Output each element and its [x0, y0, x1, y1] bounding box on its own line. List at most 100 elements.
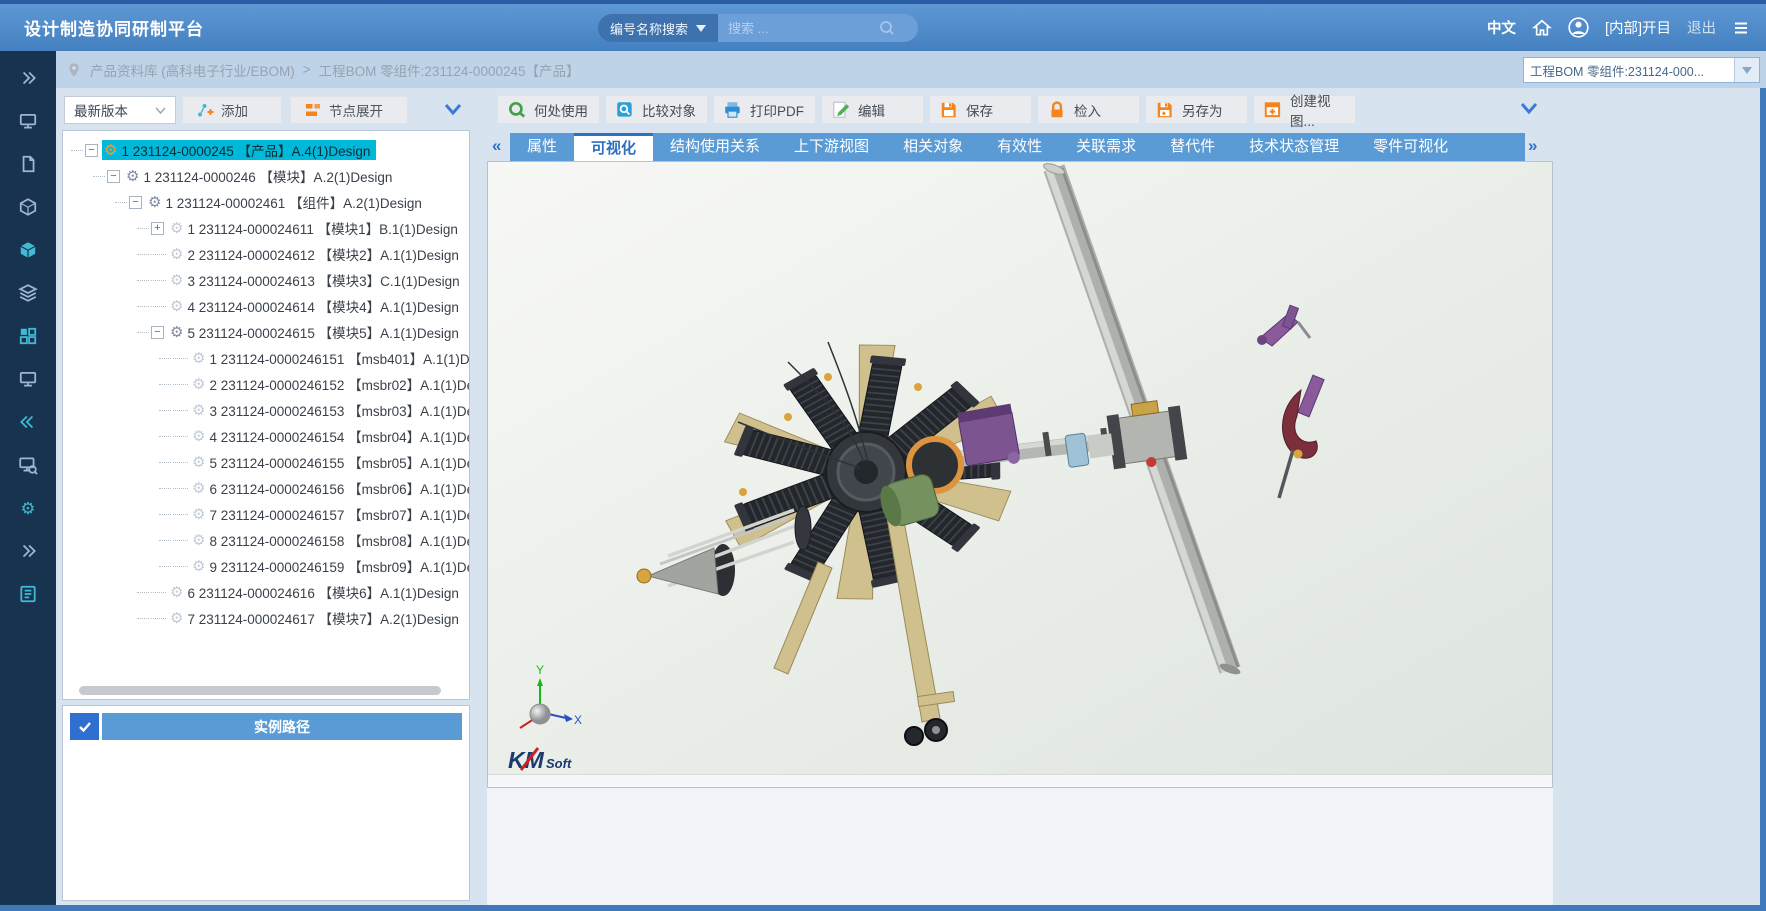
add-button[interactable]: 添加 [182, 96, 282, 124]
tree-row[interactable]: ⚙3 231124-0000246153 【msbr03】A.1(1)Desig… [63, 397, 469, 423]
tree-row[interactable]: ⚙8 231124-0000246158 【msbr08】A.1(1)Desig… [63, 527, 469, 553]
tree-row[interactable]: −⚙1 231124-0000245 【产品】A.4(1)Design [63, 137, 469, 163]
tree-row[interactable]: ⚙5 231124-0000246155 【msbr05】A.1(1)Desig… [63, 449, 469, 475]
tree-row[interactable]: +⚙1 231124-000024611 【模块1】B.1(1)Design [63, 215, 469, 241]
panel-collapse-chevron-icon[interactable] [442, 102, 464, 118]
tree-connector [151, 592, 166, 593]
app-title: 设计制造协同研制平台 [24, 15, 204, 40]
where-used-button[interactable]: 何处使用 [497, 95, 600, 124]
tree-connector [159, 358, 171, 359]
save-icon [939, 100, 959, 120]
collapse-icon[interactable]: − [129, 196, 142, 209]
tree-row[interactable]: ⚙4 231124-0000246154 【msbr04】A.1(1)Desig… [63, 423, 469, 449]
tree-row[interactable]: ⚙1 231124-0000246151 【msb401】A.1(1)Desig… [63, 345, 469, 371]
home-icon[interactable] [1532, 18, 1552, 38]
tree-row[interactable]: ⚙4 231124-000024614 【模块4】A.1(1)Design [63, 293, 469, 319]
tree-row[interactable]: ⚙7 231124-0000246157 【msbr07】A.1(1)Desig… [63, 501, 469, 527]
cube-icon[interactable] [17, 239, 39, 261]
list-icon[interactable] [17, 583, 39, 605]
tree-connector [71, 150, 83, 151]
create-view-button[interactable]: 创建视图... [1253, 95, 1356, 124]
monitor-icon[interactable] [17, 110, 39, 132]
3d-viewport[interactable]: Y X KM Soft [487, 161, 1553, 788]
display-icon[interactable] [17, 368, 39, 390]
collapse-icon[interactable]: − [107, 170, 120, 183]
tree-row[interactable]: ⚙6 231124-000024616 【模块6】A.1(1)Design [63, 579, 469, 605]
gear-icon[interactable]: ⚙ [17, 497, 39, 519]
tab-2[interactable]: 可视化 [574, 133, 653, 161]
toolbar-button-label: 保存 [966, 100, 993, 120]
part-gear-icon: ⚙ [192, 455, 205, 470]
save-button[interactable]: 保存 [929, 95, 1032, 124]
tab-5[interactable]: 相关对象 [886, 133, 980, 161]
current-user-label[interactable]: [内部]开目 [1605, 17, 1671, 38]
file-icon[interactable] [17, 153, 39, 175]
version-select[interactable]: 最新版本 [64, 96, 176, 124]
edit-button[interactable]: 编辑 [821, 95, 924, 124]
collapse-icon[interactable]: − [85, 144, 98, 157]
toolbar-button-label: 创建视图... [1290, 90, 1355, 130]
tree-connector [159, 540, 171, 541]
user-avatar-icon[interactable] [1568, 17, 1589, 38]
collapse-icon[interactable]: − [151, 326, 164, 339]
instance-path-title[interactable]: 实例路径 [102, 713, 462, 740]
axis-x-label: X [574, 713, 582, 727]
modules-grid-icon[interactable] [17, 325, 39, 347]
context-object-selector[interactable]: 工程BOM 零组件:231124-000... [1523, 57, 1760, 83]
gearbox [957, 404, 1021, 472]
chevrons-right2-icon[interactable] [17, 540, 39, 562]
tab-4[interactable]: 上下游视图 [777, 133, 886, 161]
check-in-icon [1047, 100, 1067, 120]
tab-1[interactable]: 属性 [510, 133, 574, 161]
tree-row[interactable]: ⚙7 231124-000024617 【模块7】A.2(1)Design [63, 605, 469, 631]
print-pdf-button[interactable]: 打印PDF [713, 95, 816, 124]
tree-hscrollbar[interactable] [79, 686, 441, 695]
tree-row[interactable]: −⚙1 231124-00002461 【组件】A.2(1)Design [63, 189, 469, 215]
chevrons-left-icon[interactable] [17, 411, 39, 433]
tree-row[interactable]: ⚙9 231124-0000246159 【msbr09】A.1(1)Desig… [63, 553, 469, 579]
tree-row[interactable]: ⚙3 231124-000024613 【模块3】C.1(1)Design [63, 267, 469, 293]
chevrons-right-icon[interactable] [17, 67, 39, 89]
caret-down-icon[interactable] [1734, 58, 1759, 82]
language-switch[interactable]: 中文 [1487, 17, 1516, 38]
logout-link[interactable]: 退出 [1687, 17, 1716, 38]
tabs-scroll-right-icon[interactable]: » [1528, 136, 1537, 156]
tree-row[interactable]: −⚙1 231124-0000246 【模块】A.2(1)Design [63, 163, 469, 189]
tree-row[interactable]: −⚙5 231124-000024615 【模块5】A.1(1)Design [63, 319, 469, 345]
tree-row[interactable]: ⚙6 231124-0000246156 【msbr06】A.1(1)Desig… [63, 475, 469, 501]
part-gear-icon: ⚙ [192, 507, 205, 522]
toolbar-collapse-chevron-icon[interactable] [1518, 101, 1540, 117]
tabs-scroll-left-icon[interactable]: « [492, 136, 501, 156]
logo-main-text: KM [508, 747, 545, 773]
part-gear-icon: ⚙ [104, 143, 117, 158]
save-as-button[interactable]: 另存为 [1145, 95, 1248, 124]
tab-3[interactable]: 结构使用关系 [653, 133, 777, 161]
search-icon[interactable] [878, 19, 896, 37]
layers-icon[interactable] [17, 282, 39, 304]
tab-7[interactable]: 关联需求 [1059, 133, 1153, 161]
part-gear-icon: ⚙ [170, 585, 183, 600]
create-view-icon [1263, 100, 1283, 120]
tree-row[interactable]: ⚙2 231124-000024612 【模块2】A.1(1)Design [63, 241, 469, 267]
compare-icon [615, 100, 635, 120]
instance-path-checkbox[interactable] [70, 713, 99, 740]
check-in-button[interactable]: 检入 [1037, 95, 1140, 124]
expand-icon[interactable]: + [151, 222, 164, 235]
box-3d-icon[interactable] [17, 196, 39, 218]
tab-9[interactable]: 技术状态管理 [1232, 133, 1356, 161]
node-expand-button[interactable]: 节点展开 [290, 96, 408, 124]
breadcrumb-bar: 产品资料库 (高科电子行业/EBOM) > 工程BOM 零组件:231124-0… [56, 51, 1766, 88]
menu-icon[interactable] [1732, 19, 1750, 37]
tab-6[interactable]: 有效性 [980, 133, 1059, 161]
tree-row[interactable]: ⚙2 231124-0000246152 【msbr02】A.1(1)Desig… [63, 371, 469, 397]
tab-8[interactable]: 替代件 [1153, 133, 1232, 161]
monitor-search-icon[interactable] [17, 454, 39, 476]
viewport-scrollbar[interactable] [488, 774, 1552, 787]
part-gear-icon: ⚙ [192, 377, 205, 392]
search-mode-dropdown[interactable]: 编号名称搜索 [598, 14, 718, 42]
search-input[interactable] [728, 21, 878, 36]
save-as-icon [1155, 100, 1175, 120]
compare-button[interactable]: 比较对象 [605, 95, 708, 124]
tab-10[interactable]: 零件可视化 [1356, 133, 1465, 161]
breadcrumb-location[interactable]: 产品资料库 (高科电子行业/EBOM) [90, 60, 295, 80]
